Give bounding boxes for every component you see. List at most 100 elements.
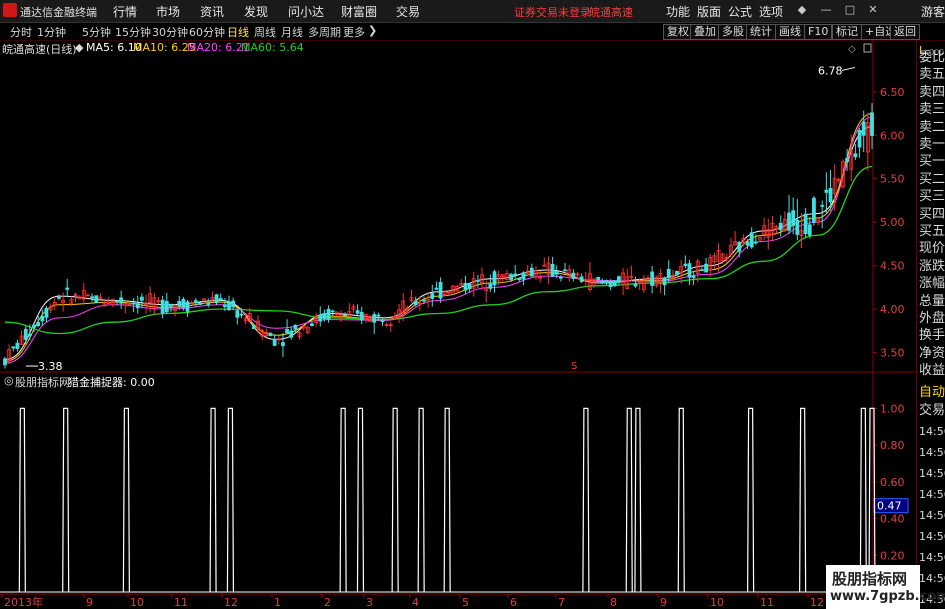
panel-time-0: 14:56 [919, 425, 945, 438]
candle-body-31 [131, 302, 136, 305]
indicator-pulse-15 [799, 407, 807, 593]
x-label-16: 12 [810, 596, 824, 609]
candle-body-21 [90, 296, 95, 299]
panel-item-0: 委比 [919, 50, 945, 65]
candle-body-3 [15, 342, 20, 349]
sell-marker: S [571, 361, 577, 372]
candle-body-207 [861, 121, 866, 136]
candle-body-181 [753, 241, 758, 244]
candle-body-28 [119, 297, 124, 304]
candle-body-53 [222, 304, 227, 308]
candle-body-89 [372, 314, 377, 323]
candle-body-190 [791, 210, 796, 226]
high-label: 6.78 [818, 64, 843, 77]
candle-body-60 [251, 326, 256, 329]
candle-body-0 [3, 358, 7, 366]
panel-trade[interactable]: 交易 [919, 403, 945, 418]
candle-body-15 [65, 287, 70, 290]
candle-body-187 [778, 222, 783, 231]
candle-body-162 [675, 270, 679, 276]
candle-body-51 [214, 294, 219, 304]
x-label-6: 2 [324, 596, 331, 609]
indicator-pulse-0 [18, 407, 26, 593]
indicator-pulse-3 [209, 407, 217, 593]
candle-body-194 [807, 224, 812, 236]
candle-body-114 [476, 279, 480, 282]
ind-label-3: 0.40 [880, 513, 905, 526]
candle-body-135 [563, 269, 567, 272]
candle-body-144 [600, 281, 605, 284]
candle-body-143 [596, 277, 601, 280]
candle-body-209 [870, 112, 874, 136]
panel-item-13: 涨幅 [919, 276, 945, 292]
candle-body-49 [206, 302, 211, 305]
candle-body-32 [135, 303, 140, 309]
candle-body-147 [612, 280, 617, 287]
indicator-pulse-11 [625, 407, 633, 593]
x-label-12: 8 [610, 596, 617, 609]
candle-body-70 [293, 324, 298, 330]
x-label-2: 10 [130, 596, 144, 609]
guest-label[interactable]: 游客 [921, 3, 945, 20]
candle-body-165 [687, 263, 692, 278]
panel-item-9: 买四 [919, 206, 945, 222]
candle-body-76 [318, 314, 323, 322]
candle-body-112 [467, 284, 472, 290]
panel-item-14: 总量 [919, 293, 945, 309]
x-label-7: 3 [366, 596, 373, 609]
low-label: 3.38 [38, 360, 63, 373]
candle-body-205 [853, 153, 858, 158]
candle-body-68 [285, 329, 289, 334]
candle-body-206 [857, 130, 862, 148]
panel-auto[interactable]: 自动 [919, 385, 945, 400]
panel-time-1: 14:56 [919, 446, 945, 459]
candle-body-152 [633, 283, 638, 287]
indicator-pulse-10 [582, 407, 590, 593]
candle-body-40 [169, 303, 173, 307]
panel-item-11: 现价 [919, 241, 945, 257]
x-label-10: 6 [510, 596, 517, 609]
candle-body-38 [160, 299, 165, 314]
indicator-pulse-12 [634, 407, 642, 593]
panel-item-6: 买一 [919, 154, 945, 170]
candle-body-133 [554, 271, 559, 275]
candle-body-13 [57, 296, 61, 299]
candle-body-43 [181, 299, 186, 308]
candle-body-39 [164, 301, 169, 313]
candle-body-77 [322, 312, 327, 320]
kline-chart[interactable]: 6.50 6.00 5.50 5.00 4.50 4.00 3.50 1.00 0.80 0.60… [0, 0, 916, 609]
candle-body-5 [23, 328, 28, 340]
candle-body-139 [579, 276, 584, 282]
candle-body-156 [650, 271, 655, 286]
indicator-marker: 0.47 [877, 500, 902, 513]
panel-item-4: 卖二 [919, 119, 945, 135]
panel-time-3: 14:56 [919, 488, 945, 501]
x-label-14: 10 [710, 596, 724, 609]
candle-body-134 [558, 276, 563, 279]
panel-time-5: 14:56 [919, 530, 945, 543]
candle-body-67 [281, 342, 285, 347]
candle-body-168 [700, 269, 704, 272]
candle-body-193 [803, 213, 808, 235]
candle-body-118 [492, 271, 497, 286]
candle-body-85 [355, 310, 360, 314]
candle-body-117 [488, 283, 493, 289]
candle-body-189 [787, 212, 791, 231]
price-label-2: 5.50 [880, 173, 905, 186]
candle-body-79 [330, 310, 335, 313]
candle-body-123 [513, 273, 518, 276]
panel-time-6: 14:56 [919, 551, 945, 564]
candle-body-9 [40, 316, 45, 322]
candle-body-90 [376, 314, 381, 317]
candle-body-86 [359, 312, 364, 321]
x-label-0: 2013年 [4, 595, 43, 609]
panel-item-1: 卖五 [919, 67, 945, 83]
candle-body-57 [239, 313, 244, 316]
price-label-5: 4.00 [880, 303, 905, 316]
panel-item-16: 换手 [919, 328, 945, 344]
x-label-1: 9 [86, 596, 93, 609]
chart-window-icon [863, 43, 872, 53]
candle-body-199 [828, 188, 833, 203]
ind-label-4: 0.20 [880, 549, 905, 562]
candle-body-159 [662, 277, 667, 286]
